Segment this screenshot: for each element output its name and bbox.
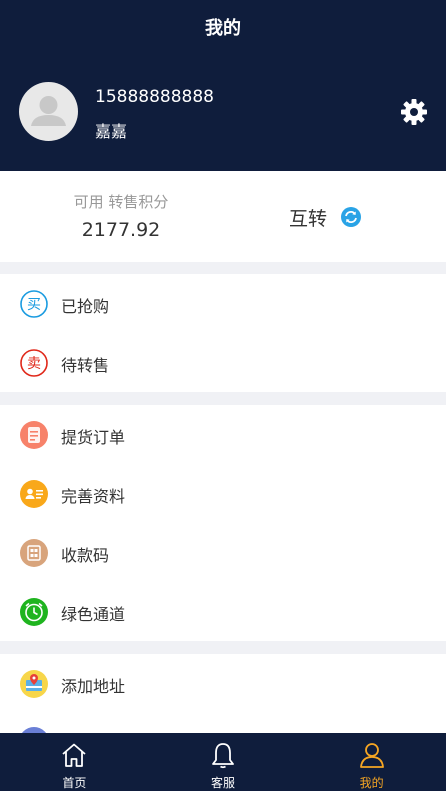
menu-item-label: 添加地址: [61, 677, 126, 696]
purchase-menu: 买 已抢购 卖 待转售: [0, 274, 446, 392]
menu-item-green-channel[interactable]: 绿色通道: [0, 582, 446, 641]
bottom-tab-bar: 首页 客服 我的: [0, 733, 446, 791]
home-icon: [62, 743, 86, 767]
map-icon: [20, 670, 48, 698]
transfer-button[interactable]: 互转: [289, 204, 362, 230]
menu-item-pending-resale[interactable]: 卖 待转售: [0, 333, 446, 392]
profile-card-icon: [20, 480, 48, 508]
menu-item-label: 提货订单: [61, 428, 126, 447]
menu-item-add-address[interactable]: 添加地址: [0, 654, 446, 713]
menu-item-label: 已抢购: [61, 297, 110, 316]
svg-text:买: 买: [27, 297, 41, 313]
points-card: 可用 转售积分 2177.92 互转: [0, 171, 446, 262]
tab-label: 我的: [359, 776, 384, 790]
user-icon: [359, 743, 384, 768]
menu-item-label: 收款码: [61, 546, 110, 565]
transfer-label: 互转: [289, 207, 328, 230]
phone-number: 15888888888: [95, 87, 214, 107]
menu-item-label: 完善资料: [61, 487, 126, 506]
account-menu: 提货订单 完善资料 收款码 绿色通道: [0, 405, 446, 641]
menu-item-label: 待转售: [61, 356, 110, 375]
tab-label: 首页: [62, 776, 87, 790]
menu-item-complete-profile[interactable]: 完善资料: [0, 464, 446, 523]
clock-icon: [20, 598, 48, 626]
avatar[interactable]: [19, 82, 78, 141]
svg-text:卖: 卖: [27, 356, 41, 372]
points-value: 2177.92: [81, 219, 161, 241]
tab-service[interactable]: 客服: [149, 733, 298, 791]
settings-icon[interactable]: [399, 97, 429, 127]
menu-item-pickup-orders[interactable]: 提货订单: [0, 405, 446, 464]
buy-icon: 买: [20, 290, 48, 318]
sell-icon: 卖: [20, 349, 48, 377]
tab-home[interactable]: 首页: [0, 733, 149, 791]
points-label: 可用 转售积分: [73, 193, 169, 211]
qr-code-icon: [20, 539, 48, 567]
profile-header: 我的 15888888888 嘉嘉: [0, 0, 446, 171]
tab-label: 客服: [211, 776, 236, 790]
menu-item-label: 绿色通道: [61, 605, 126, 624]
menu-item-purchased[interactable]: 买 已抢购: [0, 274, 446, 333]
menu-item-payment-code[interactable]: 收款码: [0, 523, 446, 582]
refresh-icon: [341, 207, 362, 227]
order-icon: [20, 421, 48, 449]
nickname: 嘉嘉: [95, 122, 128, 141]
tab-mine[interactable]: 我的: [297, 733, 446, 791]
address-menu: 添加地址: [0, 654, 446, 733]
page-title: 我的: [205, 18, 241, 39]
bell-icon: [212, 743, 234, 769]
